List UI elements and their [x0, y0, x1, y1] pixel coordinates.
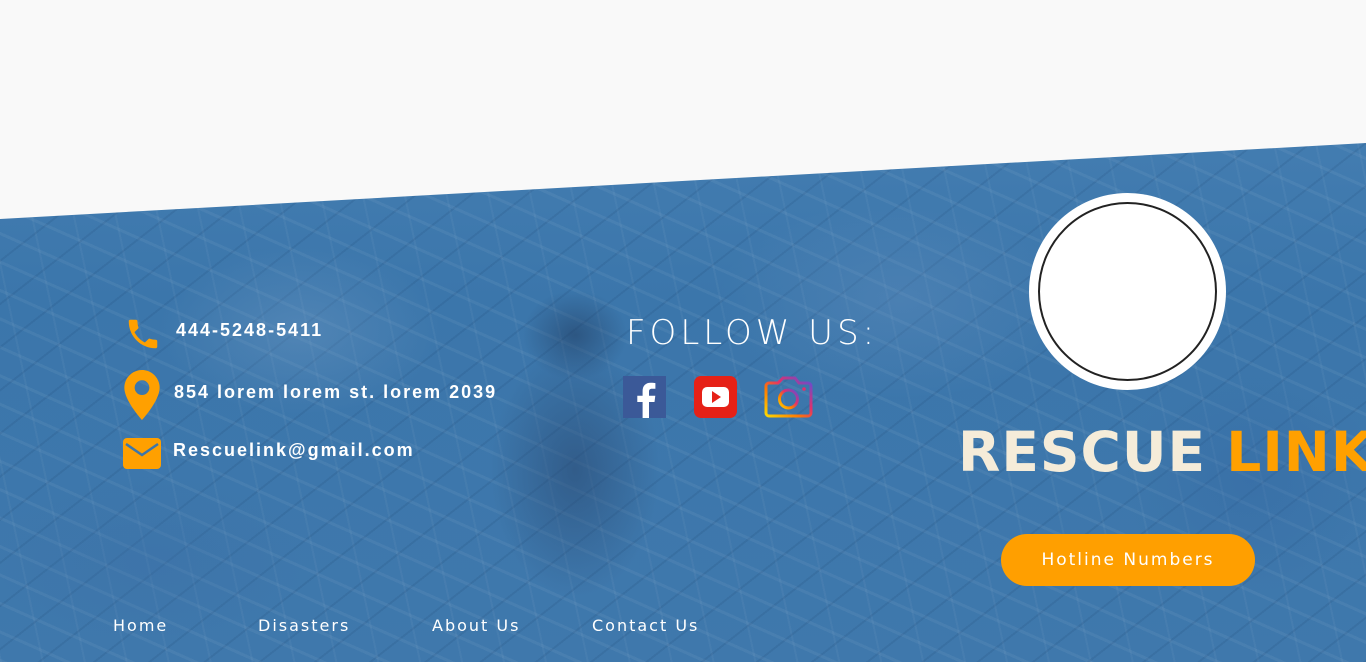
address-text: 854 lorem lorem st. lorem 2039 — [174, 382, 498, 402]
phone-number[interactable]: 444-5248-5411 — [176, 320, 323, 341]
phone-icon — [128, 319, 158, 349]
nav-home[interactable]: Home — [113, 616, 168, 635]
follow-us-heading: FOLLOW US: — [626, 313, 879, 353]
email-row: Rescuelink@gmail.com — [173, 440, 415, 461]
address-row: 854 lorem lorem st. lorem 2039 — [174, 382, 497, 403]
instagram-icon[interactable] — [764, 376, 813, 418]
mail-icon — [123, 438, 161, 469]
nav-contact-us[interactable]: Contact Us — [592, 616, 699, 635]
youtube-icon[interactable] — [694, 376, 737, 418]
brand-word-rescue: RESCUE — [958, 420, 1207, 484]
logo-circle — [1038, 202, 1217, 381]
brand-word-link: LINK — [1226, 420, 1366, 484]
brand-name: RESCUE LINK — [958, 420, 1366, 484]
location-pin-icon — [124, 370, 160, 420]
nav-disasters[interactable]: Disasters — [258, 616, 350, 635]
email-link[interactable]: Rescuelink@gmail.com — [173, 440, 415, 461]
phone-row: 444-5248-5411 — [176, 320, 323, 341]
hotline-numbers-button[interactable]: Hotline Numbers — [1001, 534, 1255, 586]
facebook-icon[interactable] — [623, 376, 666, 418]
nav-about-us[interactable]: About Us — [432, 616, 520, 635]
